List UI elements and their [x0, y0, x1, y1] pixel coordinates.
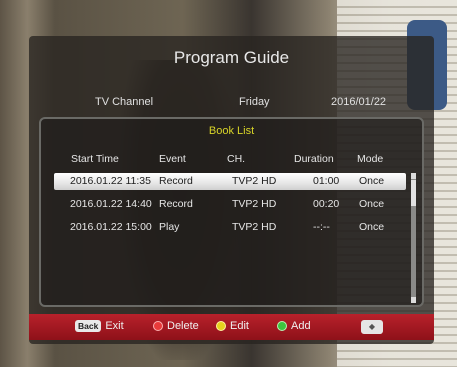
edit-label: Edit: [230, 320, 249, 332]
row-start-time: 2016.01.22 14:40: [70, 198, 152, 210]
scroll-up-arrow-icon[interactable]: [411, 173, 416, 179]
row-start-time: 2016.01.22 11:35: [70, 175, 151, 187]
column-start-time: Start Time: [71, 153, 119, 165]
row-channel: TVP2 HD: [232, 198, 277, 210]
yellow-button-icon: [216, 321, 226, 331]
add-hint[interactable]: Add: [277, 320, 311, 332]
table-row[interactable]: 2016.01.22 14:40 Record TVP2 HD 00:20 On…: [54, 196, 406, 213]
page-title: Program Guide: [173, 48, 290, 67]
row-mode: Once: [359, 198, 385, 210]
edit-hint[interactable]: Edit: [216, 320, 249, 332]
red-button-icon: [153, 321, 163, 331]
delete-label: Delete: [167, 320, 199, 332]
exit-label: Exit: [105, 320, 124, 332]
date-label: 2016/01/22: [331, 96, 387, 108]
delete-hint[interactable]: Delete: [153, 320, 199, 332]
channel-label: TV Channel: [95, 96, 154, 108]
row-mode: Once: [359, 175, 385, 187]
column-duration: Duration: [294, 153, 334, 165]
column-headers: Start Time Event CH. Duration Mode: [41, 153, 422, 167]
scroll-down-arrow-icon[interactable]: [411, 297, 416, 303]
dpad-icon[interactable]: ◆: [361, 320, 383, 334]
column-mode: Mode: [357, 153, 384, 165]
program-guide-window: Program Guide TV Channel Friday 2016/01/…: [29, 36, 434, 344]
row-mode: Once: [359, 221, 385, 233]
row-duration: --:--: [313, 221, 330, 233]
row-event: Record: [159, 198, 193, 210]
row-duration: 01:00: [313, 175, 340, 187]
row-start-time: 2016.01.22 15:00: [70, 221, 152, 233]
column-channel: CH.: [227, 153, 246, 165]
book-list-panel: Book List Start Time Event CH. Duration …: [39, 117, 424, 307]
column-event: Event: [159, 153, 186, 165]
scrollbar-thumb[interactable]: [411, 180, 416, 206]
table-row-selected[interactable]: 2016.01.22 11:35 Record TVP2 HD 01:00 On…: [54, 173, 406, 190]
row-channel: TVP2 HD: [232, 221, 277, 233]
list-scrollbar[interactable]: [411, 173, 416, 303]
book-list-title: Book List: [208, 125, 255, 137]
row-duration: 00:20: [313, 198, 340, 210]
table-row[interactable]: 2016.01.22 15:00 Play TVP2 HD --:-- Once: [54, 219, 406, 236]
row-event: Play: [159, 221, 180, 233]
exit-hint[interactable]: Back Exit: [75, 320, 124, 332]
day-label: Friday: [239, 96, 270, 108]
back-key-icon: Back: [75, 320, 102, 332]
green-button-icon: [277, 321, 287, 331]
key-hint-bar: Back Exit Delete Edit Add ◆: [29, 314, 434, 340]
row-event: Record: [159, 175, 193, 187]
row-channel: TVP2 HD: [232, 175, 277, 187]
add-label: Add: [291, 320, 311, 332]
